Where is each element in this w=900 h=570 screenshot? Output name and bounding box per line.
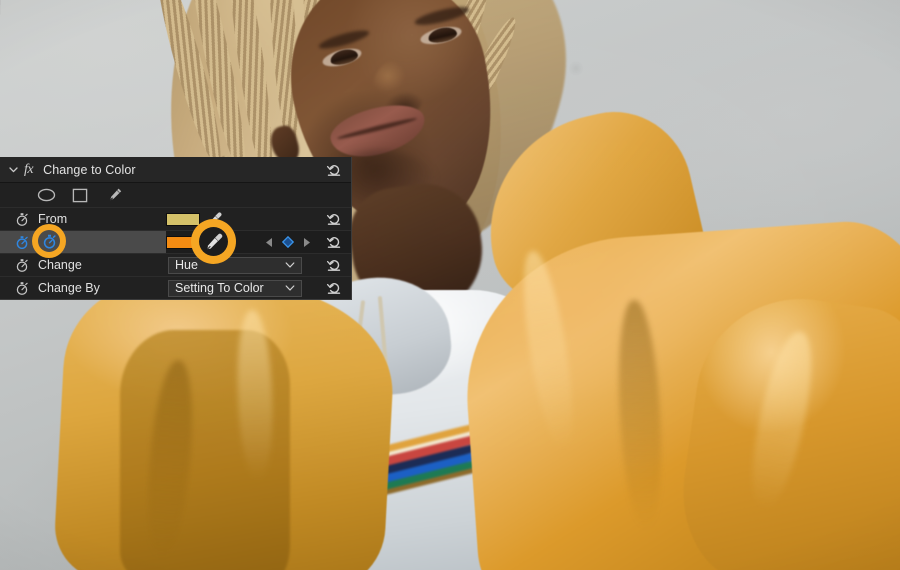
change-dropdown[interactable]: Hue bbox=[168, 256, 302, 274]
stopwatch-icon[interactable] bbox=[41, 233, 57, 249]
reset-icon[interactable] bbox=[325, 234, 343, 250]
change-dropdown-value: Hue bbox=[175, 258, 198, 272]
param-label: Change bbox=[38, 258, 82, 272]
change-by-dropdown[interactable]: Setting To Color bbox=[168, 279, 302, 297]
param-label-zone[interactable]: From bbox=[0, 208, 166, 230]
eyedropper-icon[interactable] bbox=[203, 231, 224, 252]
keyframe-prev-icon[interactable] bbox=[264, 237, 274, 248]
effect-header[interactable]: fx Change to Color bbox=[0, 157, 351, 183]
reset-icon[interactable] bbox=[325, 280, 343, 296]
change-by-dropdown-value: Setting To Color bbox=[175, 281, 264, 295]
param-label-zone[interactable]: Change bbox=[0, 254, 166, 276]
reset-icon[interactable] bbox=[325, 257, 343, 273]
effect-title: Change to Color bbox=[43, 162, 136, 177]
keyframe-diamond-icon[interactable] bbox=[282, 236, 294, 248]
stopwatch-icon[interactable] bbox=[14, 258, 29, 273]
param-label-zone[interactable]: Change By bbox=[0, 277, 166, 299]
chevron-down-icon[interactable] bbox=[6, 163, 20, 177]
chevron-down-icon[interactable] bbox=[285, 283, 295, 293]
fx-badge: fx bbox=[24, 161, 34, 177]
pen-mask-icon[interactable] bbox=[104, 187, 124, 203]
reset-icon[interactable] bbox=[325, 162, 343, 178]
stopwatch-icon[interactable] bbox=[14, 281, 29, 296]
rectangle-mask-icon[interactable] bbox=[70, 187, 90, 203]
ellipse-mask-icon[interactable] bbox=[36, 187, 56, 203]
stopwatch-icon[interactable] bbox=[14, 235, 29, 250]
stopwatch-icon[interactable] bbox=[14, 212, 29, 227]
param-label: Change By bbox=[38, 281, 100, 295]
mask-tool-row bbox=[0, 183, 351, 207]
param-label-zone[interactable]: To bbox=[0, 231, 166, 253]
keyframe-navigator bbox=[264, 236, 312, 248]
reset-icon[interactable] bbox=[325, 211, 343, 227]
color-swatch-from[interactable] bbox=[166, 212, 200, 226]
screen-root: fx Change to Color From Change Hue Chang… bbox=[0, 0, 900, 570]
keyframe-next-icon[interactable] bbox=[302, 237, 312, 248]
param-row-change-by[interactable]: Change By Setting To Color bbox=[0, 276, 351, 299]
chevron-down-icon[interactable] bbox=[285, 260, 295, 270]
